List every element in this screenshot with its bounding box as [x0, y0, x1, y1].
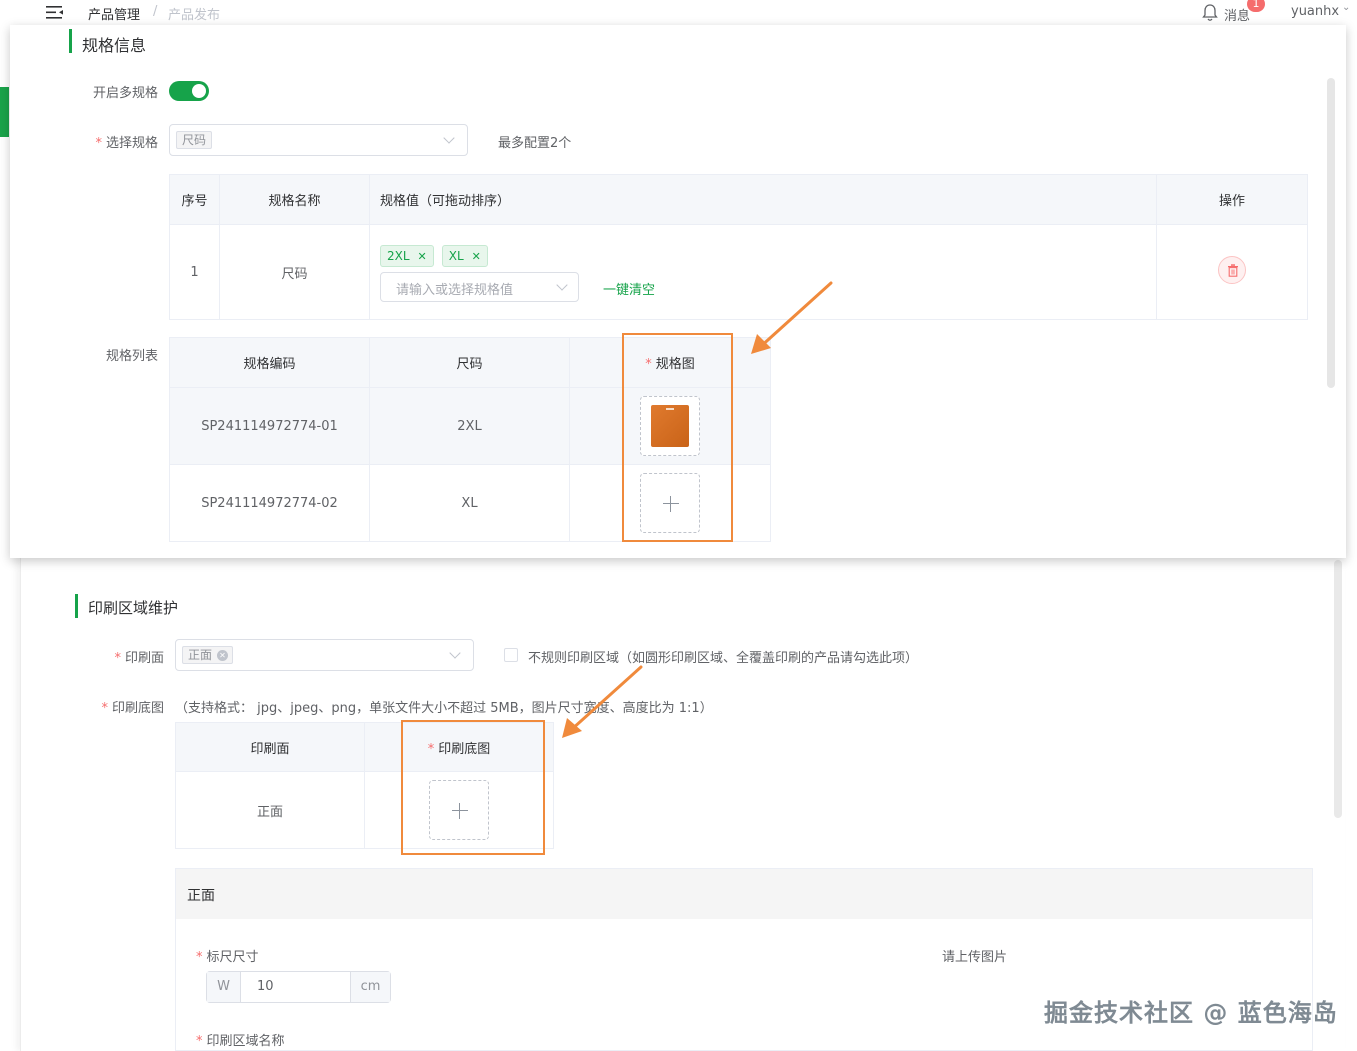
- annotation-highlight-box: [622, 333, 733, 542]
- ruler-unit: cm: [350, 972, 390, 1002]
- spec-select[interactable]: 尺码: [169, 124, 468, 156]
- breadcrumb-item-product-publish: 产品发布: [168, 8, 221, 23]
- col-header-spec-name: 规格名称: [219, 174, 370, 225]
- cell-print-face: 正面: [175, 771, 365, 849]
- close-icon[interactable]: ✕: [418, 250, 427, 263]
- user-menu[interactable]: yuanhx: [1291, 4, 1339, 19]
- col-header-size: 尺码: [369, 337, 570, 388]
- col-header-spec-code: 规格编码: [169, 337, 370, 388]
- multi-spec-toggle[interactable]: [169, 81, 209, 101]
- spec-value-tag: XL ✕: [441, 245, 488, 267]
- menu-fold-icon[interactable]: [46, 5, 64, 20]
- print-face-chip: 正面 ✕: [182, 646, 234, 664]
- cell-size: 2XL: [369, 387, 570, 465]
- spec-value-placeholder: 请输入或选择规格值: [396, 283, 514, 298]
- spec-chip: 尺码: [176, 131, 213, 149]
- base-image-label: * 印刷底图: [101, 701, 164, 716]
- messages-label[interactable]: 消息: [1224, 5, 1250, 24]
- watermark: 掘金技术社区 @ 蓝色海岛: [1044, 999, 1338, 1027]
- detail-card-header: [176, 869, 1312, 919]
- multi-spec-label: 开启多规格: [92, 86, 158, 101]
- section-accent-bar: [69, 29, 72, 53]
- sidebar-active-indicator: [0, 87, 9, 137]
- breadcrumb-item-product-management[interactable]: 产品管理: [88, 4, 140, 23]
- section-accent-bar: [75, 594, 78, 618]
- spec-value-input[interactable]: 请输入或选择规格值: [380, 272, 579, 302]
- chevron-down-icon: [443, 132, 455, 144]
- bell-icon[interactable]: [1200, 3, 1220, 23]
- col-header-index: 序号: [169, 174, 220, 225]
- chevron-down-icon: [449, 647, 461, 659]
- ruler-size-label: * 标尺尺寸: [196, 950, 259, 965]
- chevron-down-icon: [556, 279, 568, 291]
- print-area-name-label: * 印刷区域名称: [196, 1034, 285, 1049]
- table-row: 1 尺码 2XL ✕ XL ✕ 请输入或选择规格值 一键清空: [169, 224, 1308, 320]
- detail-card-title: 正面: [187, 888, 215, 904]
- section-title-spec: 规格信息: [82, 36, 147, 55]
- upload-image-hint: 请上传图片: [942, 950, 1008, 965]
- annotation-arrow-icon: [562, 665, 643, 738]
- col-header-actions: 操作: [1156, 174, 1308, 225]
- col-header-print-face: 印刷面: [175, 722, 365, 772]
- delete-button[interactable]: [1218, 256, 1246, 284]
- spec-table: 序号 规格名称 规格值（可拖动排序） 操作 1 尺码 2XL ✕ XL ✕ 请输入或选…: [169, 174, 1308, 320]
- select-spec-label: * 选择规格: [95, 136, 158, 151]
- row-spec-name: 尺码: [219, 224, 370, 320]
- spec-value-tag: 2XL ✕: [380, 245, 434, 267]
- print-face-label: * 印刷面: [114, 651, 164, 666]
- cell-spec-code: SP241114972774-01: [169, 387, 370, 465]
- card-scrollbar[interactable]: [1327, 78, 1335, 388]
- row-actions: [1156, 224, 1308, 320]
- breadcrumb-separator: /: [153, 4, 158, 19]
- annotation-highlight-box: [401, 720, 545, 855]
- page-scrollbar[interactable]: [1334, 560, 1342, 818]
- ruler-value[interactable]: 10: [257, 972, 274, 1002]
- cell-size: XL: [369, 464, 570, 542]
- print-face-select[interactable]: 正面 ✕: [175, 639, 474, 671]
- trash-icon: [1228, 264, 1238, 277]
- row-index: 1: [169, 224, 220, 320]
- close-icon[interactable]: ✕: [472, 250, 481, 263]
- cell-spec-code: SP241114972774-02: [169, 464, 370, 542]
- max-config-hint: 最多配置2个: [498, 136, 572, 151]
- clear-all-link[interactable]: 一键清空: [603, 279, 655, 298]
- col-header-spec-values: 规格值（可拖动排序）: [369, 174, 1157, 225]
- irregular-area-checkbox[interactable]: [504, 648, 518, 662]
- ruler-prefix: W: [207, 972, 241, 1002]
- annotation-arrow-icon: [751, 281, 833, 354]
- chevron-down-icon[interactable]: ⌄: [1342, 2, 1350, 13]
- spec-list-label: 规格列表: [105, 349, 158, 364]
- section-title-print-area: 印刷区域维护: [88, 599, 179, 617]
- ruler-width-input[interactable]: W 10 cm: [206, 971, 391, 1003]
- close-circle-icon[interactable]: ✕: [217, 650, 229, 661]
